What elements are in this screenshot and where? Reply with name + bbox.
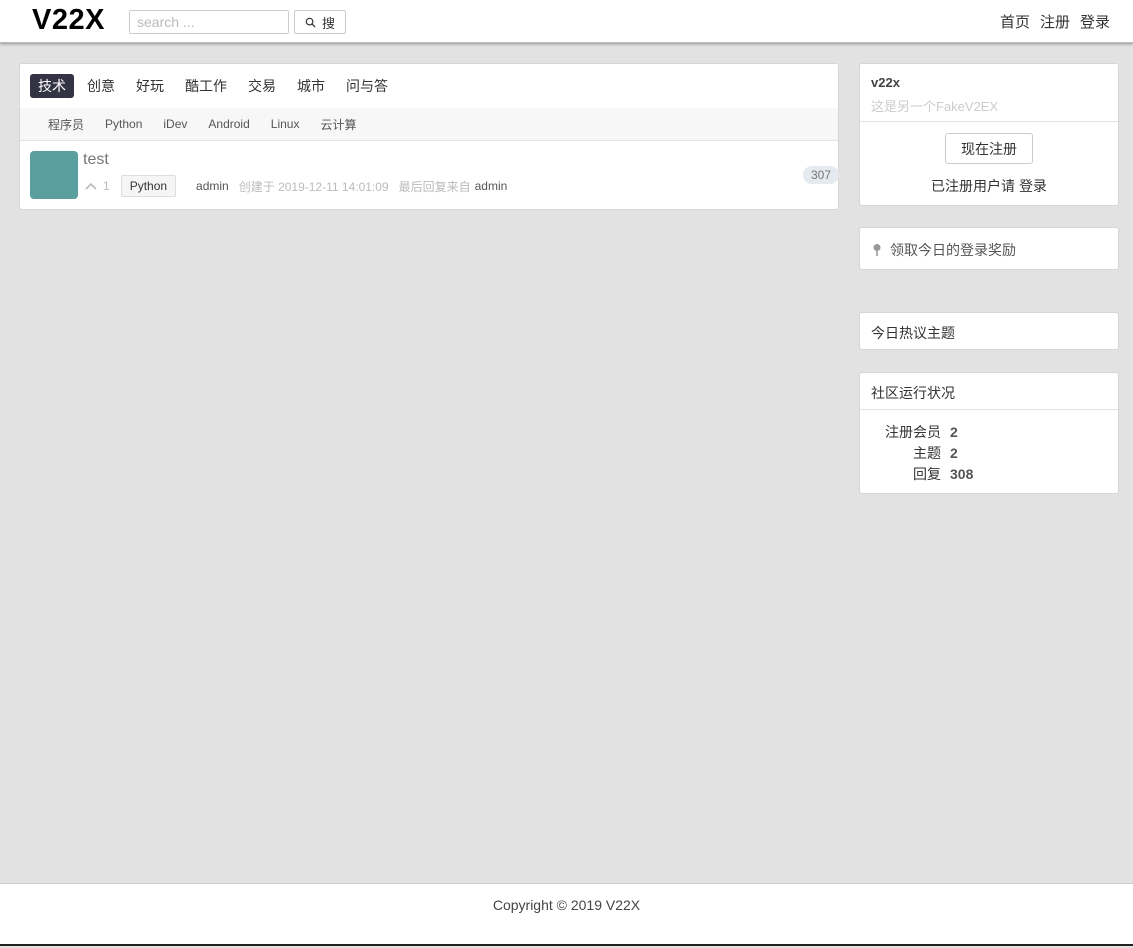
- stat-row-topics: 主题 2: [860, 442, 1118, 463]
- site-info-card: v22x 这是另一个FakeV2EX 现在注册 已注册用户请 登录: [859, 63, 1119, 206]
- topic-title-link[interactable]: test: [83, 151, 109, 169]
- tab-tech[interactable]: 技术: [30, 74, 74, 98]
- daily-bonus-card: 领取今日的登录奖励: [859, 227, 1119, 270]
- stat-label: 主题: [913, 444, 941, 461]
- nav-home-link[interactable]: 首页: [1000, 11, 1030, 32]
- stat-label: 回复: [913, 465, 941, 482]
- site-name: v22x: [871, 75, 900, 90]
- last-reply-user-link[interactable]: admin: [475, 179, 508, 193]
- subtab-linux[interactable]: Linux: [271, 117, 300, 131]
- divider: [860, 409, 1118, 410]
- page-footer: Copyright © 2019 V22X: [0, 883, 1133, 946]
- site-description: 这是另一个FakeV2EX: [871, 99, 999, 114]
- stats-table: 注册会员 2 主题 2 回复 308: [860, 421, 1118, 484]
- topic-meta: 1 Python admin 创建于 2019-12-11 14:01:09 最…: [85, 175, 507, 197]
- top-navbar: V22X 搜 首页 注册 登录: [0, 0, 1133, 43]
- stats-title: 社区运行状况: [871, 385, 955, 401]
- subtab-python[interactable]: Python: [105, 117, 142, 131]
- topic-list-box: 技术 创意 好玩 酷工作 交易 城市 问与答 程序员 Python iDev A…: [19, 63, 839, 210]
- search-input[interactable]: [129, 10, 289, 34]
- chevron-up-icon: [85, 182, 97, 190]
- tab-qna[interactable]: 问与答: [338, 74, 396, 98]
- pin-icon: [873, 244, 881, 256]
- nav-register-link[interactable]: 注册: [1040, 11, 1070, 32]
- community-stats-card: 社区运行状况 注册会员 2 主题 2 回复 308: [859, 372, 1119, 494]
- tab-creative[interactable]: 创意: [79, 74, 123, 98]
- divider: [860, 121, 1118, 122]
- top-nav-links: 首页 注册 登录: [1000, 11, 1110, 32]
- copyright-text: Copyright © 2019 V22X: [492, 897, 641, 913]
- search-button[interactable]: 搜: [294, 10, 346, 34]
- login-hint-text: 已注册用户请: [931, 178, 1016, 194]
- search-icon: [305, 17, 316, 28]
- last-reply-label: 最后回复来自: [398, 179, 471, 194]
- subtab-idev[interactable]: iDev: [163, 117, 187, 131]
- topic-author-link[interactable]: admin: [196, 179, 229, 193]
- stat-value: 2: [950, 444, 958, 461]
- tab-city[interactable]: 城市: [289, 74, 333, 98]
- subtab-programmer[interactable]: 程序员: [48, 116, 84, 133]
- hot-topics-title: 今日热议主题: [871, 325, 955, 341]
- stat-row-members: 注册会员 2: [860, 421, 1118, 442]
- vote-count: 1: [103, 179, 110, 193]
- login-hint: 已注册用户请 登录: [860, 176, 1118, 196]
- topic-row: test 1 Python admin 创建于 2019-12-11 14:01…: [30, 151, 839, 201]
- site-logo[interactable]: V22X: [32, 4, 105, 37]
- nav-login-link[interactable]: 登录: [1080, 11, 1110, 32]
- sidebar-login-link[interactable]: 登录: [1019, 178, 1047, 194]
- subtab-cloud[interactable]: 云计算: [320, 116, 356, 133]
- daily-bonus-link[interactable]: 领取今日的登录奖励: [871, 240, 1016, 260]
- register-now-button[interactable]: 现在注册: [945, 133, 1033, 164]
- search-button-label: 搜: [321, 15, 335, 31]
- stat-value: 2: [950, 423, 958, 440]
- vote-counter[interactable]: 1: [85, 179, 110, 193]
- subtab-android[interactable]: Android: [208, 117, 249, 131]
- stat-label: 注册会员: [885, 423, 941, 440]
- tab-fun[interactable]: 好玩: [128, 74, 172, 98]
- category-tabs: 技术 创意 好玩 酷工作 交易 城市 问与答: [30, 74, 401, 98]
- avatar[interactable]: [30, 151, 78, 199]
- stat-value: 308: [950, 465, 974, 482]
- hot-topics-card: 今日热议主题: [859, 312, 1119, 350]
- daily-bonus-label: 领取今日的登录奖励: [890, 242, 1016, 258]
- reply-count-badge[interactable]: 307: [802, 166, 839, 184]
- node-subtabs: 程序员 Python iDev Android Linux 云计算: [20, 108, 838, 141]
- tab-jobs[interactable]: 酷工作: [177, 74, 235, 98]
- stat-row-replies: 回复 308: [860, 463, 1118, 484]
- topic-created-time: 创建于 2019-12-11 14:01:09: [238, 179, 389, 194]
- node-tag[interactable]: Python: [120, 175, 177, 197]
- tab-deals[interactable]: 交易: [240, 74, 284, 98]
